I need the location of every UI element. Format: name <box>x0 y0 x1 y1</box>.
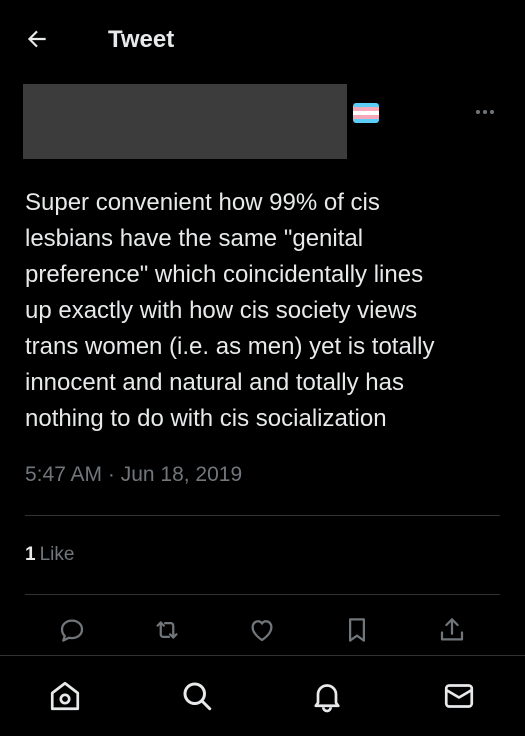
tweet-timestamp[interactable]: 5:47 AM · Jun 18, 2019 <box>25 460 242 490</box>
more-options-button[interactable] <box>472 100 498 124</box>
nav-search[interactable] <box>175 674 219 718</box>
share-icon <box>440 618 464 641</box>
back-button[interactable] <box>24 24 56 56</box>
like-button[interactable] <box>240 608 284 652</box>
bookmark-button[interactable] <box>335 608 379 652</box>
search-icon <box>183 682 212 711</box>
nav-messages[interactable] <box>437 674 481 718</box>
author-name-redacted <box>23 84 347 159</box>
notifications-bell-icon <box>314 684 340 713</box>
home-icon <box>50 681 80 711</box>
bookmark-icon <box>349 618 365 642</box>
bottom-navigation <box>0 655 525 736</box>
likes-link[interactable]: 1 Like <box>25 541 74 569</box>
nav-notifications[interactable] <box>305 674 349 718</box>
transgender-flag-emoji <box>353 103 379 123</box>
more-horizontal-icon <box>476 110 494 114</box>
reply-button[interactable] <box>50 608 94 652</box>
likes-label: Like <box>39 544 75 565</box>
nav-home[interactable] <box>43 674 87 718</box>
retweet-icon <box>156 621 178 639</box>
divider <box>25 515 500 516</box>
like-heart-icon <box>251 620 273 642</box>
share-button[interactable] <box>430 608 474 652</box>
arrow-left-icon <box>27 30 46 48</box>
reply-icon <box>60 619 84 642</box>
likes-count: 1 <box>25 544 36 565</box>
tweet-text: Super convenient how 99% of cis lesbians… <box>25 189 435 432</box>
tweet-actions <box>0 608 525 652</box>
top-bar: Tweet <box>0 0 525 78</box>
retweet-button[interactable] <box>145 608 189 652</box>
divider <box>25 594 500 595</box>
messages-mail-icon <box>444 684 474 708</box>
page-title: Tweet <box>108 26 175 53</box>
